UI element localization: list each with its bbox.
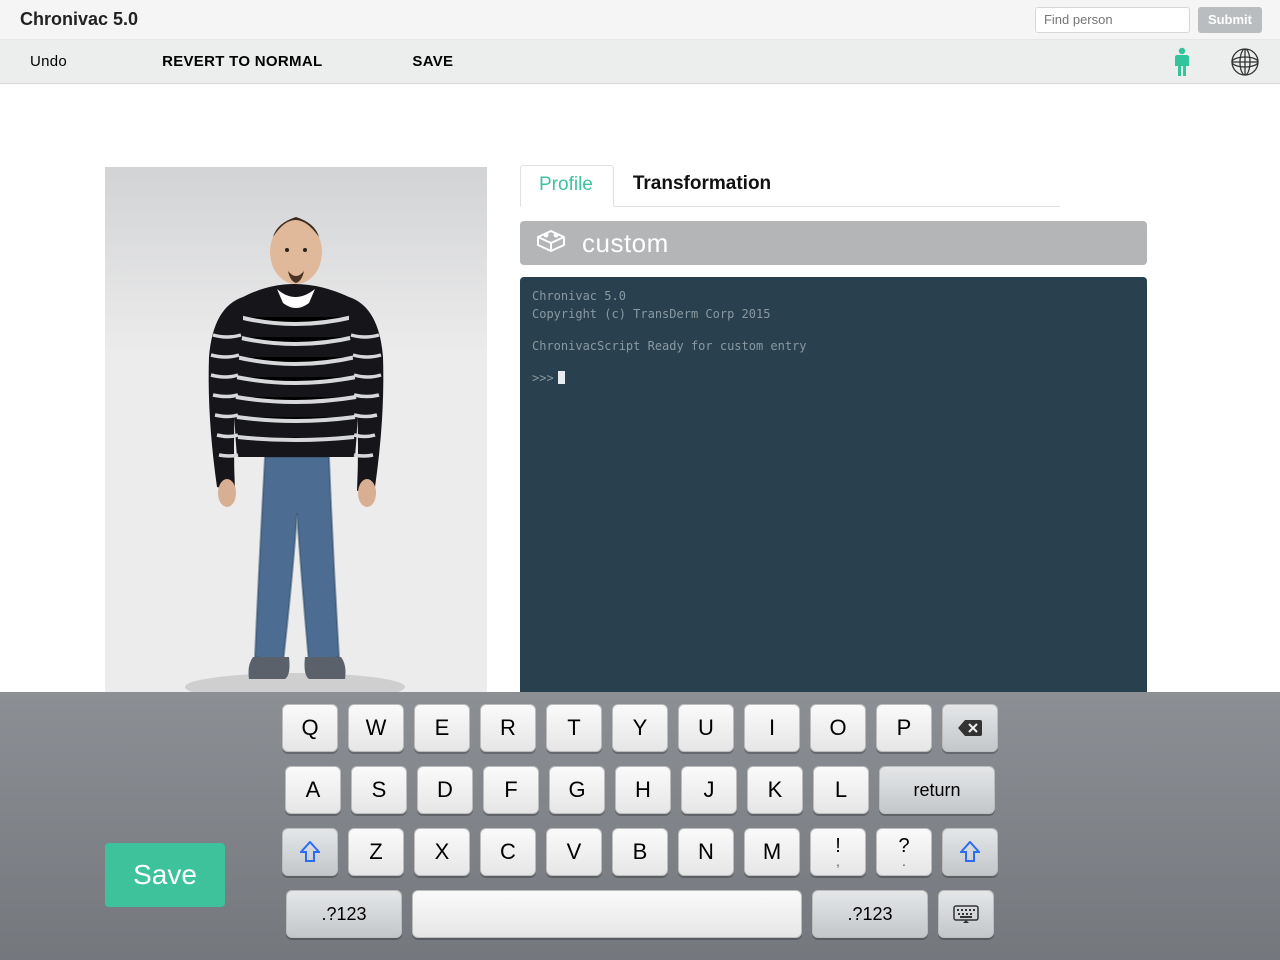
person-mode-icon[interactable] xyxy=(1170,47,1194,77)
right-pane: Profile Transformation custom Chronivac … xyxy=(520,167,1150,695)
undo-button[interactable]: Undo xyxy=(30,53,67,70)
top-right-controls: Submit xyxy=(1035,7,1262,33)
key-space[interactable] xyxy=(412,890,802,938)
key-c[interactable]: C xyxy=(480,828,536,876)
key-o[interactable]: O xyxy=(810,704,866,752)
key-d[interactable]: D xyxy=(417,766,473,814)
submit-button[interactable]: Submit xyxy=(1198,7,1262,33)
menu-bar: Undo REVERT TO NORMAL SAVE xyxy=(0,40,1280,84)
key-q[interactable]: Q xyxy=(282,704,338,752)
tab-transformation[interactable]: Transformation xyxy=(614,164,792,206)
key-y[interactable]: Y xyxy=(612,704,668,752)
key-a[interactable]: A xyxy=(285,766,341,814)
key-w[interactable]: W xyxy=(348,704,404,752)
terminal-line: Copyright (c) TransDerm Corp 2015 xyxy=(532,305,1135,323)
tab-profile[interactable]: Profile xyxy=(520,165,614,207)
subject-photo xyxy=(105,167,487,707)
key-b[interactable]: B xyxy=(612,828,668,876)
key-u[interactable]: U xyxy=(678,704,734,752)
search-input[interactable] xyxy=(1035,7,1190,33)
key-i[interactable]: I xyxy=(744,704,800,752)
keyboard-row-1: QWERTYUIOP xyxy=(0,704,1280,752)
key-n[interactable]: N xyxy=(678,828,734,876)
section-custom-header: custom xyxy=(520,221,1147,265)
tabs: Profile Transformation xyxy=(520,167,1060,207)
key-v[interactable]: V xyxy=(546,828,602,876)
top-bar: Chronivac 5.0 Submit xyxy=(0,0,1280,40)
key-t[interactable]: T xyxy=(546,704,602,752)
terminal-line: ChronivacScript Ready for custom entry xyxy=(532,337,1135,355)
terminal[interactable]: Chronivac 5.0 Copyright (c) TransDerm Co… xyxy=(520,277,1147,695)
key-numsym-left[interactable]: .?123 xyxy=(286,890,402,938)
key-period[interactable]: ?. xyxy=(876,828,932,876)
save-button[interactable]: Save xyxy=(105,843,225,907)
key-hide-keyboard[interactable] xyxy=(938,890,994,938)
key-j[interactable]: J xyxy=(681,766,737,814)
key-g[interactable]: G xyxy=(549,766,605,814)
key-k[interactable]: K xyxy=(747,766,803,814)
save-menu-button[interactable]: SAVE xyxy=(412,53,453,70)
globe-icon[interactable] xyxy=(1230,47,1260,77)
terminal-line: Chronivac 5.0 xyxy=(532,287,1135,305)
key-shift-left[interactable] xyxy=(282,828,338,876)
revert-button[interactable]: REVERT TO NORMAL xyxy=(162,53,322,70)
keyboard-row-2: ASDFGHJKLreturn xyxy=(0,766,1280,814)
key-numsym-right[interactable]: .?123 xyxy=(812,890,928,938)
key-r[interactable]: R xyxy=(480,704,536,752)
on-screen-keyboard: QWERTYUIOP ASDFGHJKLreturn ZXCVBNM!,?. .… xyxy=(0,692,1280,960)
key-s[interactable]: S xyxy=(351,766,407,814)
key-l[interactable]: L xyxy=(813,766,869,814)
terminal-prompt: >>> xyxy=(532,369,1135,387)
key-p[interactable]: P xyxy=(876,704,932,752)
key-h[interactable]: H xyxy=(615,766,671,814)
key-backspace[interactable] xyxy=(942,704,998,752)
key-e[interactable]: E xyxy=(414,704,470,752)
block-icon xyxy=(534,225,568,262)
key-z[interactable]: Z xyxy=(348,828,404,876)
key-shift-right[interactable] xyxy=(942,828,998,876)
app-title: Chronivac 5.0 xyxy=(20,9,138,30)
key-comma[interactable]: !, xyxy=(810,828,866,876)
key-m[interactable]: M xyxy=(744,828,800,876)
key-return[interactable]: return xyxy=(879,766,995,814)
key-x[interactable]: X xyxy=(414,828,470,876)
key-f[interactable]: F xyxy=(483,766,539,814)
section-title: custom xyxy=(582,228,669,259)
cursor-icon xyxy=(558,371,565,384)
